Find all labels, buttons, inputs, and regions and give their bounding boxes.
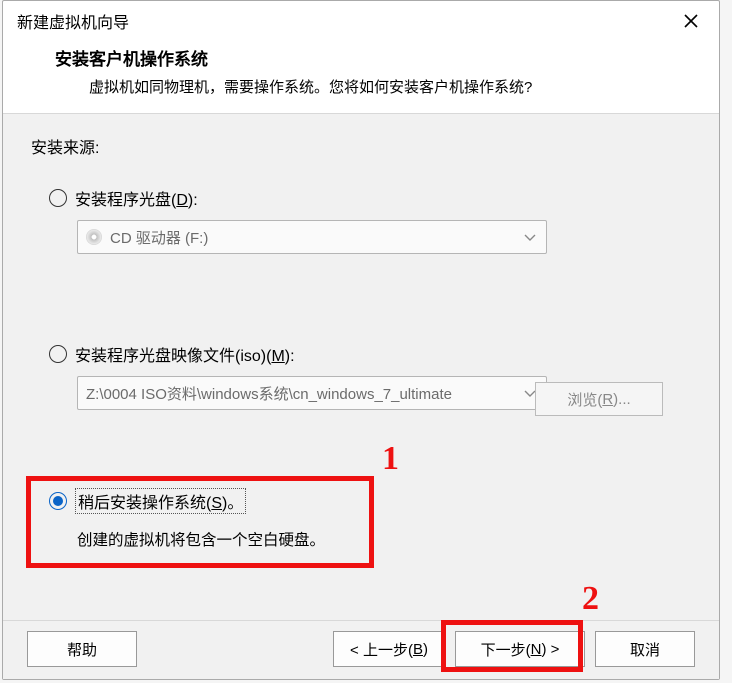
option-iso-label: 安装程序光盘映像文件(iso)(M): <box>75 342 295 366</box>
radio-iso[interactable] <box>49 345 67 363</box>
back-button[interactable]: < 上一步(B) <box>333 631 445 667</box>
wizard-body: 安装来源: 安装程序光盘(D): CD 驱动器 (F:) 安装程序光盘映像文件(… <box>3 114 719 620</box>
source-label: 安装来源: <box>31 134 691 158</box>
header-title: 安装客户机操作系统 <box>55 45 679 70</box>
cd-icon <box>86 229 102 245</box>
iso-path-value: Z:\0004 ISO资料\windows系统\cn_windows_7_ult… <box>86 383 538 404</box>
option-iso[interactable]: 安装程序光盘映像文件(iso)(M): <box>49 342 691 366</box>
wizard-dialog: 新建虚拟机向导 安装客户机操作系统 虚拟机如同物理机，需要操作系统。您将如何安装… <box>2 0 720 680</box>
radio-disc[interactable] <box>49 189 67 207</box>
option-later-note: 创建的虚拟机将包含一个空白硬盘。 <box>77 528 691 550</box>
help-button[interactable]: 帮助 <box>27 631 137 667</box>
option-later[interactable]: 稍后安装操作系统(S)。 <box>49 488 691 514</box>
radio-later[interactable] <box>49 492 67 510</box>
disc-drive-value: CD 驱动器 (F:) <box>110 227 208 248</box>
wizard-header: 安装客户机操作系统 虚拟机如同物理机，需要操作系统。您将如何安装客户机操作系统? <box>3 39 719 114</box>
title-bar: 新建虚拟机向导 <box>3 1 719 39</box>
next-button[interactable]: 下一步(N) > <box>455 631 585 667</box>
header-description: 虚拟机如同物理机，需要操作系统。您将如何安装客户机操作系统? <box>55 76 679 97</box>
option-disc[interactable]: 安装程序光盘(D): <box>49 186 691 210</box>
iso-path-combo[interactable]: Z:\0004 ISO资料\windows系统\cn_windows_7_ult… <box>77 376 547 410</box>
disc-drive-combo[interactable]: CD 驱动器 (F:) <box>77 220 547 254</box>
browse-button[interactable]: 浏览(R)... <box>535 382 663 416</box>
wizard-footer: 帮助 < 上一步(B) 下一步(N) > 取消 <box>3 620 719 679</box>
option-disc-label: 安装程序光盘(D): <box>75 186 198 210</box>
window-title: 新建虚拟机向导 <box>17 9 129 33</box>
cancel-button[interactable]: 取消 <box>595 631 695 667</box>
close-button[interactable] <box>677 7 705 35</box>
close-icon <box>683 13 699 29</box>
chevron-down-icon <box>524 229 536 246</box>
option-later-label: 稍后安装操作系统(S)。 <box>75 488 246 514</box>
